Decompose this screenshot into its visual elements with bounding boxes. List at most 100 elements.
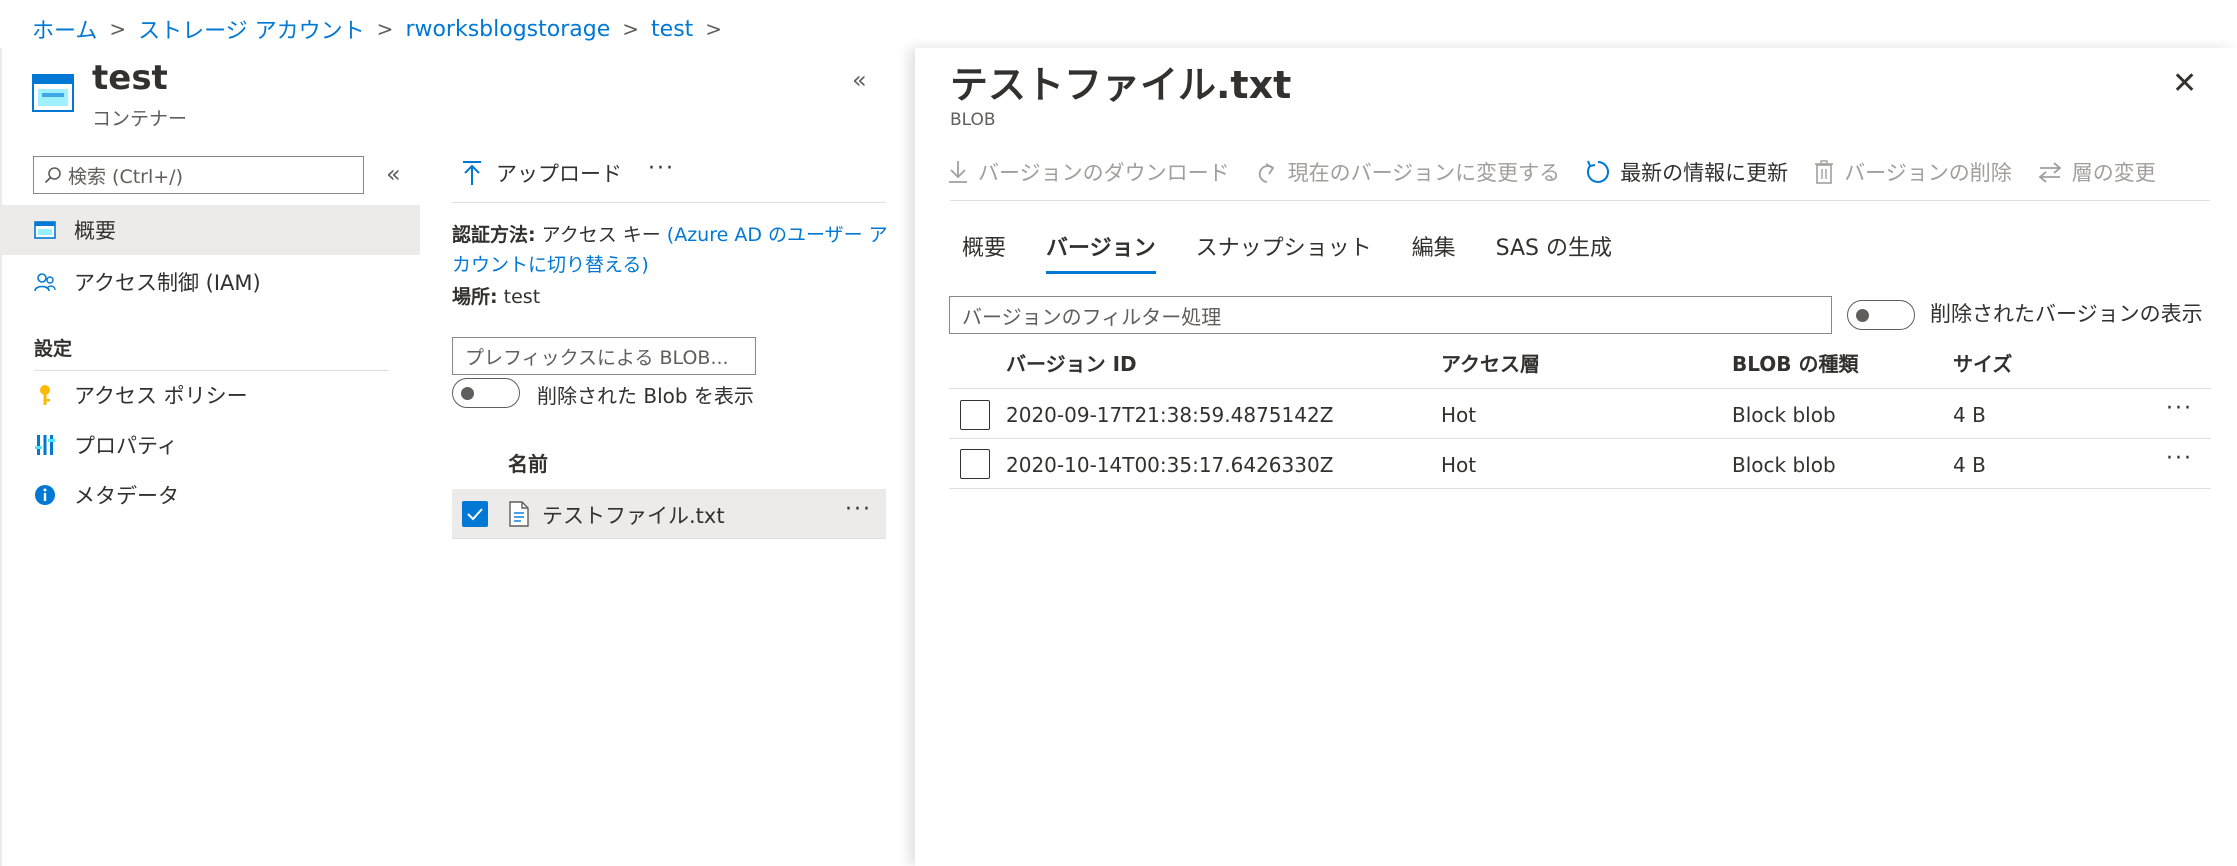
file-name[interactable]: テストファイル.txt [542, 500, 725, 530]
blob-type-cell: Block blob [1732, 403, 1836, 427]
show-deleted-blobs-label: 削除された Blob を表示 [537, 384, 754, 408]
divider [949, 488, 2211, 489]
change-tier-label: 層の変更 [2071, 161, 2156, 185]
sidebar-item-metadata[interactable]: メタデータ [0, 470, 420, 520]
sidebar-item-label: アクセス制御 (IAM) [74, 271, 261, 295]
prefix-search-input[interactable]: プレフィックスによる BLOB... [452, 337, 756, 375]
breadcrumb: ホーム > ストレージ アカウント > rworksblogstorage > … [32, 12, 734, 46]
redo-icon [1258, 163, 1274, 183]
refresh-label: 最新の情報に更新 [1620, 161, 1789, 185]
chevron-right-icon: > [705, 17, 723, 41]
tab-bar: 概要 バージョン スナップショット 編集 SAS の生成 [962, 230, 1652, 274]
sidebar-item-label: 概要 [74, 219, 116, 243]
row-checkbox[interactable] [960, 449, 990, 479]
container-icon [32, 74, 74, 112]
column-header-tier[interactable]: アクセス層 [1441, 348, 1540, 377]
swap-icon [2038, 162, 2062, 183]
column-header-size[interactable]: サイズ [1953, 348, 2012, 377]
column-header-blob-type[interactable]: BLOB の種類 [1732, 348, 1858, 377]
trash-icon [1815, 160, 1834, 184]
show-deleted-blobs-toggle[interactable] [452, 378, 520, 408]
checkmark-icon [467, 508, 483, 521]
close-icon[interactable]: ✕ [2172, 66, 2197, 101]
size-cell: 4 B [1953, 453, 1986, 477]
people-icon [34, 271, 56, 293]
panel-subtitle: BLOB [950, 110, 996, 130]
make-current-version-label: 現在のバージョンに変更する [1287, 161, 1561, 185]
chevron-right-icon: > [109, 17, 127, 41]
size-cell: 4 B [1953, 403, 1986, 427]
version-id-cell: 2020-10-14T00:35:17.6426330Z [1006, 453, 1334, 477]
section-heading-settings: 設定 [34, 338, 73, 360]
more-options-icon[interactable]: ··· [648, 156, 675, 181]
list-item[interactable]: テストファイル.txt ··· [452, 489, 886, 539]
panel-title: テストファイル.txt [950, 63, 1292, 107]
collapse-panel-icon[interactable]: « [852, 66, 867, 94]
upload-icon [463, 161, 481, 185]
column-header-name[interactable]: 名前 [508, 448, 548, 477]
breadcrumb-storage-accounts[interactable]: ストレージ アカウント [138, 13, 365, 45]
tab-versions[interactable]: バージョン [1046, 230, 1156, 274]
version-filter-placeholder: バージョンのフィルター処理 [962, 304, 1222, 329]
overview-icon [34, 219, 56, 241]
divider [949, 438, 2211, 439]
delete-version-label: バージョンの削除 [1844, 161, 2012, 185]
info-icon [34, 484, 56, 506]
sidebar-item-label: メタデータ [74, 484, 179, 508]
version-id-cell: 2020-09-17T21:38:59.4875142Z [1006, 403, 1334, 427]
location: 場所: test [452, 282, 540, 309]
tab-snapshots[interactable]: スナップショット [1196, 230, 1372, 272]
sidebar-item-label: アクセス ポリシー [74, 384, 248, 408]
refresh-icon [1587, 160, 1610, 183]
blob-type-cell: Block blob [1732, 453, 1836, 477]
sidebar-item-overview[interactable]: 概要 [0, 205, 420, 255]
tab-edit[interactable]: 編集 [1412, 230, 1456, 272]
location-label: 場所: [452, 286, 498, 308]
auth-label: 認証方法: [452, 224, 536, 246]
column-header-version-id[interactable]: バージョン ID [1006, 348, 1137, 377]
tier-cell: Hot [1441, 403, 1477, 427]
row-checkbox[interactable] [960, 400, 990, 430]
breadcrumb-container[interactable]: test [651, 17, 693, 42]
sidebar-item-access-policy[interactable]: アクセス ポリシー [0, 370, 420, 420]
location-value: test [503, 286, 541, 308]
sidebar-item-label: プロパティ [74, 434, 178, 458]
collapse-sidebar-icon[interactable]: « [386, 160, 401, 188]
make-current-version-button[interactable]: 現在のバージョンに変更する [1256, 157, 1561, 187]
refresh-button[interactable]: 最新の情報に更新 [1586, 157, 1788, 187]
show-deleted-versions-toggle[interactable] [1847, 300, 1915, 330]
tab-sas[interactable]: SAS の生成 [1496, 230, 1612, 272]
upload-label: アップロード [496, 162, 622, 186]
row-more-icon[interactable]: ··· [2166, 396, 2193, 421]
file-icon [509, 501, 529, 527]
version-filter-input[interactable]: バージョンのフィルター処理 [949, 296, 1832, 334]
chevron-right-icon: > [376, 17, 394, 41]
auth-value: アクセス キー [541, 224, 661, 246]
breadcrumb-home[interactable]: ホーム [32, 13, 97, 45]
download-icon [949, 161, 967, 183]
tier-cell: Hot [1441, 453, 1477, 477]
download-version-label: バージョンのダウンロード [978, 161, 1230, 185]
tab-overview[interactable]: 概要 [962, 230, 1006, 272]
breadcrumb-account[interactable]: rworksblogstorage [405, 17, 610, 42]
key-icon [34, 384, 56, 406]
auth-method: 認証方法: アクセス キー (Azure AD のユーザー アカウントに切り替え… [452, 220, 892, 280]
divider [950, 200, 2210, 201]
show-deleted-versions-label: 削除されたバージョンの表示 [1930, 302, 2203, 326]
download-version-button[interactable]: バージョンのダウンロード [948, 157, 1230, 187]
search-placeholder: 検索 (Ctrl+/) [68, 165, 183, 188]
change-tier-button[interactable]: 層の変更 [2038, 157, 2156, 187]
prefix-placeholder: プレフィックスによる BLOB... [465, 346, 729, 369]
page-title: test [92, 58, 168, 98]
command-bar: バージョンのダウンロード 現在のバージョンに変更する 最新の情報に更新 バージョ… [948, 152, 2182, 192]
search-input[interactable]: 検索 (Ctrl+/) [33, 156, 364, 194]
delete-version-button[interactable]: バージョンの削除 [1814, 157, 2012, 187]
upload-button[interactable]: アップロード [462, 156, 622, 190]
sidebar-item-properties[interactable]: プロパティ [0, 420, 420, 470]
row-more-icon[interactable]: ··· [845, 497, 872, 522]
search-icon [44, 167, 61, 184]
row-more-icon[interactable]: ··· [2166, 446, 2193, 471]
sidebar-item-iam[interactable]: アクセス制御 (IAM) [0, 257, 420, 307]
row-checkbox[interactable] [462, 501, 488, 527]
page-subtitle: コンテナー [92, 108, 188, 130]
